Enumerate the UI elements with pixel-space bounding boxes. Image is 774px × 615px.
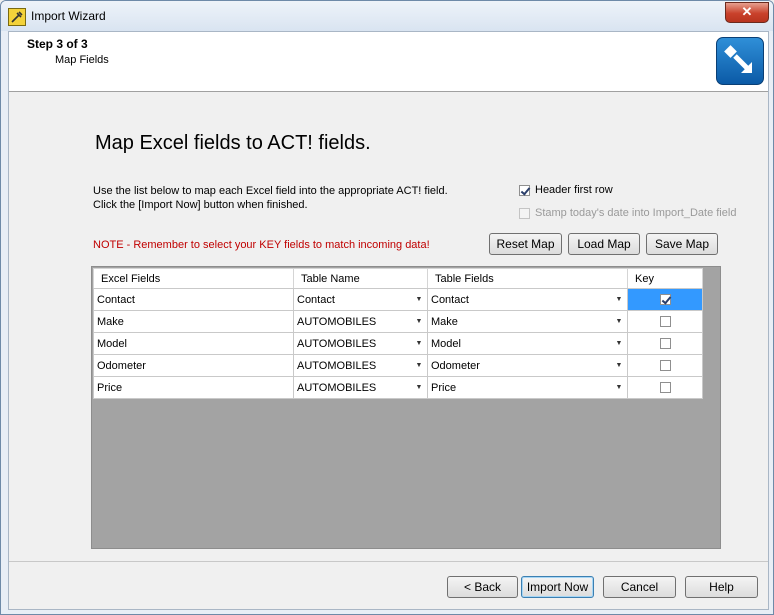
table-name-select[interactable]: Contact ▼: [293, 288, 428, 311]
dropdown-arrow-icon[interactable]: ▼: [411, 290, 427, 309]
header-first-row-label: Header first row: [535, 184, 613, 196]
table-field-select[interactable]: Make ▼: [427, 310, 628, 333]
table-name-value: AUTOMOBILES: [297, 315, 377, 328]
table-name-select[interactable]: AUTOMOBILES ▼: [293, 376, 428, 399]
table-name-select[interactable]: AUTOMOBILES ▼: [293, 332, 428, 355]
step-subtitle: Map Fields: [55, 54, 109, 66]
table-field-value: Make: [431, 315, 458, 328]
key-checkbox[interactable]: [659, 316, 671, 328]
load-map-button[interactable]: Load Map: [568, 233, 640, 255]
key-fields-note: NOTE - Remember to select your KEY field…: [93, 239, 430, 251]
key-cell[interactable]: [627, 288, 703, 311]
field-mapping-grid: Excel Fields Table Name Table Fields Key…: [91, 266, 721, 549]
wizard-footer: < Back Import Now Cancel Help: [9, 561, 768, 610]
table-field-value: Contact: [431, 293, 469, 306]
table-field-select[interactable]: Odometer ▼: [427, 354, 628, 377]
table-name-value: AUTOMOBILES: [297, 381, 377, 394]
table-field-select[interactable]: Contact ▼: [427, 288, 628, 311]
dropdown-arrow-icon[interactable]: ▼: [611, 290, 627, 309]
column-header-excel-fields[interactable]: Excel Fields: [93, 268, 294, 289]
header-first-row-option[interactable]: Header first row: [519, 184, 613, 196]
table-field-value: Price: [431, 381, 457, 394]
key-cell[interactable]: [627, 310, 703, 333]
dropdown-arrow-icon[interactable]: ▼: [411, 312, 427, 331]
window-title: Import Wizard: [31, 9, 106, 23]
cancel-button[interactable]: Cancel: [603, 576, 676, 598]
table-name-value: AUTOMOBILES: [297, 359, 377, 372]
table-row: Model AUTOMOBILES ▼ Model ▼: [93, 332, 703, 355]
table-name-value: AUTOMOBILES: [297, 337, 377, 350]
wizard-header: Step 3 of 3 Map Fields: [9, 32, 768, 92]
import-arrow-icon: [716, 37, 764, 85]
table-field-select[interactable]: Price ▼: [427, 376, 628, 399]
column-header-table-name[interactable]: Table Name: [293, 268, 428, 289]
key-cell[interactable]: [627, 354, 703, 377]
table-row: Odometer AUTOMOBILES ▼ Odometer ▼: [93, 354, 703, 377]
dropdown-arrow-icon[interactable]: ▼: [611, 378, 627, 397]
excel-field-text: Contact: [97, 293, 135, 306]
excel-field-cell[interactable]: Model: [93, 332, 294, 355]
dropdown-arrow-icon[interactable]: ▼: [611, 312, 627, 331]
key-cell[interactable]: [627, 376, 703, 399]
key-cell[interactable]: [627, 332, 703, 355]
instruction-line-2: Click the [Import Now] button when finis…: [93, 199, 308, 211]
instruction-line-1: Use the list below to map each Excel fie…: [93, 185, 448, 197]
table-name-select[interactable]: AUTOMOBILES ▼: [293, 310, 428, 333]
stamp-date-checkbox: [519, 207, 530, 219]
excel-field-text: Make: [97, 315, 124, 328]
excel-field-cell[interactable]: Contact: [93, 288, 294, 311]
excel-field-text: Model: [97, 337, 127, 350]
excel-field-cell[interactable]: Odometer: [93, 354, 294, 377]
column-header-key[interactable]: Key: [627, 268, 703, 289]
table-field-value: Model: [431, 337, 461, 350]
save-map-button[interactable]: Save Map: [646, 233, 718, 255]
key-checkbox[interactable]: [659, 294, 671, 306]
window-close-button[interactable]: ✕: [725, 2, 769, 23]
table-field-value: Odometer: [431, 359, 480, 372]
key-checkbox[interactable]: [659, 360, 671, 372]
table-name-select[interactable]: AUTOMOBILES ▼: [293, 354, 428, 377]
stamp-date-option: Stamp today's date into Import_Date fiel…: [519, 207, 736, 219]
table-row: Make AUTOMOBILES ▼ Make ▼: [93, 310, 703, 333]
excel-field-text: Odometer: [97, 359, 146, 372]
dropdown-arrow-icon[interactable]: ▼: [611, 334, 627, 353]
import-now-button[interactable]: Import Now: [521, 576, 594, 598]
header-first-row-checkbox[interactable]: [519, 184, 530, 196]
wizard-app-icon: [8, 8, 26, 26]
step-indicator: Step 3 of 3: [27, 37, 88, 51]
table-row: Price AUTOMOBILES ▼ Price ▼: [93, 376, 703, 399]
dropdown-arrow-icon[interactable]: ▼: [411, 356, 427, 375]
excel-field-cell[interactable]: Price: [93, 376, 294, 399]
key-checkbox[interactable]: [659, 338, 671, 350]
reset-map-button[interactable]: Reset Map: [489, 233, 562, 255]
table-row: Contact Contact ▼ Contact ▼: [93, 288, 703, 311]
dropdown-arrow-icon[interactable]: ▼: [411, 378, 427, 397]
key-checkbox[interactable]: [659, 382, 671, 394]
table-name-value: Contact: [297, 293, 335, 306]
stamp-date-label: Stamp today's date into Import_Date fiel…: [535, 207, 737, 219]
column-header-table-fields[interactable]: Table Fields: [427, 268, 628, 289]
instructions: Use the list below to map each Excel fie…: [93, 184, 493, 212]
wizard-client-area: Step 3 of 3 Map Fields Map Excel fields …: [8, 31, 769, 610]
dropdown-arrow-icon[interactable]: ▼: [611, 356, 627, 375]
excel-field-cell[interactable]: Make: [93, 310, 294, 333]
grid-header-row: Excel Fields Table Name Table Fields Key: [93, 268, 703, 289]
help-button[interactable]: Help: [685, 576, 758, 598]
table-field-select[interactable]: Model ▼: [427, 332, 628, 355]
title-bar[interactable]: Import Wizard ✕: [1, 1, 773, 31]
import-wizard-window: Import Wizard ✕ Step 3 of 3 Map Fields M…: [0, 0, 774, 615]
close-icon: ✕: [741, 4, 753, 19]
excel-field-text: Price: [97, 381, 123, 394]
main-heading: Map Excel fields to ACT! fields.: [95, 132, 371, 154]
back-button[interactable]: < Back: [447, 576, 518, 598]
dropdown-arrow-icon[interactable]: ▼: [411, 334, 427, 353]
mapping-table: Excel Fields Table Name Table Fields Key…: [93, 268, 703, 399]
